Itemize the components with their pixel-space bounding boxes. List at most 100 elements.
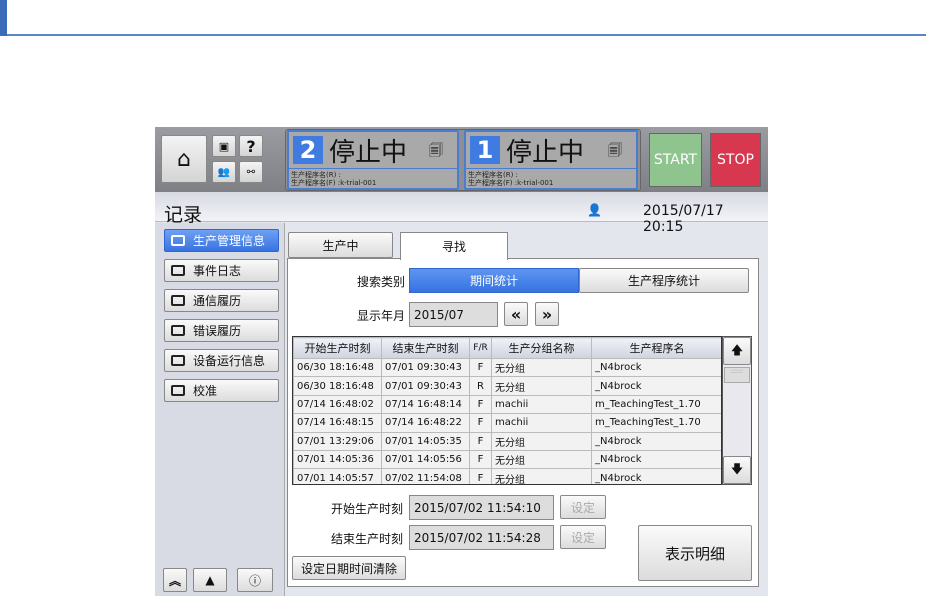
month-label: 显示年月: [357, 309, 406, 323]
sidebar-item-event-log[interactable]: 事件日志: [164, 259, 279, 282]
network-icon: ⚯: [246, 166, 256, 178]
top-bar: [0, 0, 926, 36]
table-cell: m_TeachingTest_1.70: [591, 413, 721, 433]
table-row[interactable]: 07/01 14:05:36 07/01 14:05:56 F 无分组 _N4brock: [293, 449, 721, 470]
table-cell: 07/01 09:30:43: [381, 357, 470, 378]
table-cell: 无分组: [491, 449, 592, 470]
records-table: 开始生产时刻 结束生产时刻 F/R 生产分组名称 生产程序名 06/30 18:…: [292, 336, 722, 485]
users-button[interactable]: 👥: [212, 161, 236, 183]
table-row[interactable]: 07/14 16:48:02 07/14 16:48:14 Fmachii m_Tea…: [293, 394, 721, 415]
table-cell: R: [469, 376, 492, 396]
table-cell: 07/01 13:29:06: [293, 431, 382, 451]
sidebar-item-comm-history[interactable]: 通信履历: [164, 289, 279, 312]
sidebar-item-error-history[interactable]: 错误履历: [164, 319, 279, 342]
table-cell: 06/30 18:16:48: [293, 357, 382, 378]
table-cell: 无分组: [491, 431, 592, 451]
table-cell: machii: [491, 394, 592, 415]
start-time-label: 开始生产时刻: [331, 502, 404, 516]
table-scrollbar[interactable]: 🡅 :::::: 🡇: [722, 336, 752, 485]
event-log-icon: [171, 265, 185, 276]
robot-program-icon: 🗐: [429, 143, 443, 159]
hmi-panel: ⌂ ▣ ? 👥 ⚯ 2 停止中 🗐 生产程序名(R) : 生产程序名(F) :k…: [155, 127, 768, 596]
set-end-button[interactable]: 设定: [560, 525, 606, 549]
next-month-button[interactable]: »: [535, 302, 559, 326]
language-icon: ▣: [218, 139, 230, 153]
table-cell: 07/02 11:54:08: [381, 468, 470, 484]
production-icon: [171, 235, 185, 246]
info-button[interactable]: ⓘ: [237, 568, 273, 592]
accent-block: [0, 0, 7, 36]
program-stats-button[interactable]: 生产程序统计: [579, 268, 749, 293]
network-button[interactable]: ⚯: [239, 161, 263, 183]
sidebar-item-device-info[interactable]: 设备运行信息: [164, 349, 279, 372]
table-cell: machii: [491, 413, 592, 433]
tab-search[interactable]: 寻找: [400, 232, 508, 260]
sidebar-item-production[interactable]: 生产管理信息: [164, 229, 279, 252]
table-cell: F: [469, 468, 492, 484]
show-detail-button[interactable]: 表示明细: [638, 525, 752, 581]
language-button[interactable]: ▣: [212, 135, 236, 157]
header-bar: ⌂ ▣ ? 👥 ⚯ 2 停止中 🗐 生产程序名(R) : 生产程序名(F) :k…: [155, 127, 768, 192]
user-key-icon: 👤: [587, 203, 602, 217]
table-cell: 无分组: [491, 357, 592, 378]
table-cell: _N4brock: [591, 431, 721, 451]
table-row[interactable]: 06/30 18:16:48 07/01 09:30:43 R 无分组 _N4brock: [293, 376, 721, 396]
datetime: 2015/07/17 20:15: [643, 203, 724, 235]
col-end: 结束生产时刻: [381, 337, 470, 359]
table-cell: F: [469, 431, 492, 451]
search-type-label: 搜索类别: [357, 275, 406, 289]
table-cell: 07/01 14:05:57: [293, 468, 382, 484]
comm-icon: [171, 295, 185, 306]
table-cell: 07/01 14:05:35: [381, 431, 470, 451]
start-time-field[interactable]: 2015/07/02 11:54:10: [409, 495, 554, 520]
double-chevron-up-icon: ︽: [168, 573, 181, 588]
table-row[interactable]: 07/01 14:05:57 07/02 11:54:08 F 无分组 _N4brock: [293, 468, 721, 484]
table-cell: 07/14 16:48:02: [293, 394, 382, 415]
table-cell: m_TeachingTest_1.70: [591, 394, 721, 415]
end-time-field[interactable]: 2015/07/02 11:54:28: [409, 525, 554, 550]
col-program: 生产程序名: [591, 337, 721, 359]
users-icon: 👥: [217, 166, 231, 178]
error-icon: [171, 325, 185, 336]
start-button[interactable]: START: [649, 133, 702, 187]
calibration-icon: [171, 385, 185, 396]
arrow-up-icon: 🡅: [730, 342, 744, 357]
stop-button[interactable]: STOP: [710, 133, 761, 187]
table-cell: 07/14 16:48:14: [381, 394, 470, 415]
table-cell: 06/30 18:16:48: [293, 376, 382, 396]
table-cell: _N4brock: [591, 468, 721, 484]
station-1-status[interactable]: 1 停止中 🗐 生产程序名(R) : 生产程序名(F) :k-trial-001: [464, 130, 638, 190]
period-stats-button[interactable]: 期间统计: [409, 268, 579, 293]
table-cell: F: [469, 449, 492, 470]
sidebar-item-calibration[interactable]: 校准: [164, 379, 279, 402]
info-icon: ⓘ: [248, 573, 261, 588]
device-icon: [171, 355, 185, 366]
alarm-button[interactable]: ▲: [193, 568, 227, 592]
table-cell: _N4brock: [591, 357, 721, 378]
clear-datetime-button[interactable]: 设定日期时间清除: [292, 556, 406, 580]
table-cell: F: [469, 394, 492, 415]
home-button[interactable]: ⌂: [161, 135, 207, 183]
tab-in-production[interactable]: 生产中: [288, 232, 393, 258]
table-cell: 无分组: [491, 376, 592, 396]
help-button[interactable]: ?: [239, 135, 263, 157]
table-cell: _N4brock: [591, 449, 721, 470]
station-2-status[interactable]: 2 停止中 🗐 生产程序名(R) : 生产程序名(F) :k-trial-001: [287, 130, 459, 190]
table-cell: 无分组: [491, 468, 592, 484]
table-row[interactable]: 06/30 18:16:48 07/01 09:30:43 F 无分组 _N4brock: [293, 357, 721, 378]
table-cell: F: [469, 357, 492, 378]
prev-month-button[interactable]: «: [504, 302, 528, 326]
table-cell: 07/14 16:48:22: [381, 413, 470, 433]
table-cell: 07/01 14:05:56: [381, 449, 470, 470]
end-time-label: 结束生产时刻: [331, 532, 404, 546]
scroll-down-button[interactable]: 🡇: [723, 456, 751, 484]
collapse-button[interactable]: ︽: [163, 568, 187, 592]
table-row[interactable]: 07/14 16:48:15 07/14 16:48:22 Fmachii m_Tea…: [293, 413, 721, 433]
scroll-up-button[interactable]: 🡅: [723, 337, 751, 365]
robot-program-icon: 🗐: [608, 143, 622, 159]
table-cell: 07/01 09:30:43: [381, 376, 470, 396]
table-row[interactable]: 07/01 13:29:06 07/01 14:05:35 F 无分组 _N4brock: [293, 431, 721, 451]
scroll-thumb[interactable]: ::::::: [724, 367, 750, 383]
month-field[interactable]: 2015/07: [409, 302, 498, 327]
set-start-button[interactable]: 设定: [560, 495, 606, 519]
